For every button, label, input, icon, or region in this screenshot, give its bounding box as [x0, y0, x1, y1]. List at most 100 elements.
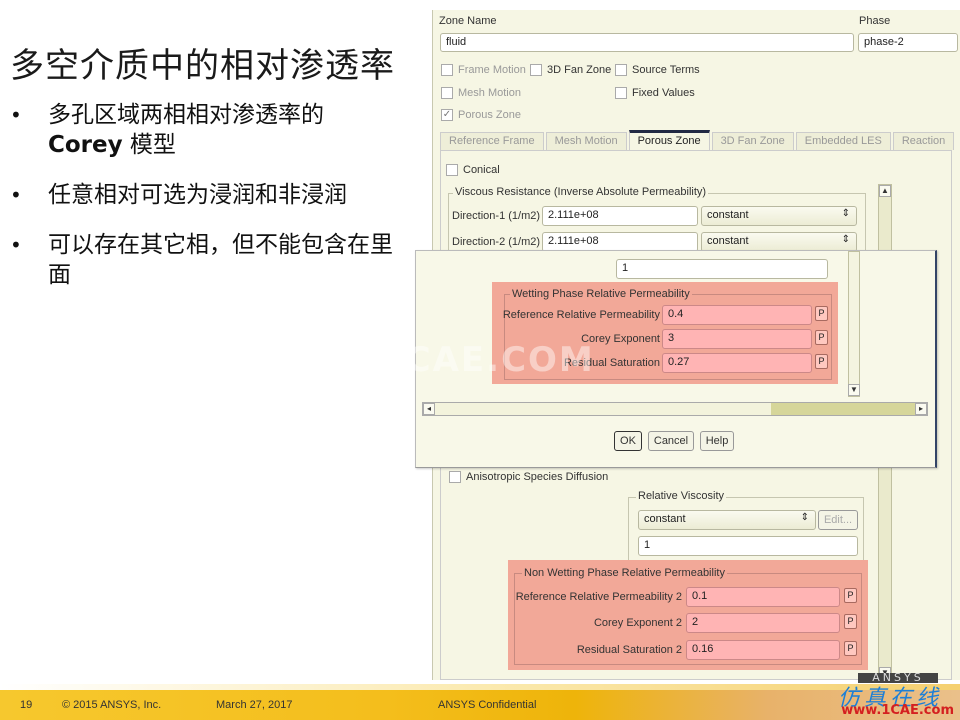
nw-residual-param-button[interactable]: P	[844, 641, 857, 656]
bullet-dot: •	[10, 103, 22, 127]
nw-corey-input[interactable]: 2	[686, 613, 840, 633]
copyright: © 2015 ANSYS, Inc.	[62, 699, 162, 711]
page-number: 19	[20, 699, 33, 711]
direction2-method-select[interactable]: constant ⇕	[701, 232, 857, 252]
checkbox-box	[441, 87, 453, 99]
conical-checkbox[interactable]: Conical	[446, 164, 500, 176]
select-value: constant	[707, 235, 749, 247]
w-ref-perm-input[interactable]: 0.4	[662, 305, 812, 325]
watermark: 1CAE.COM	[380, 340, 595, 380]
w-residual-input[interactable]: 0.27	[662, 353, 812, 373]
tab-embedded-les[interactable]: Embedded LES	[795, 132, 891, 150]
bullet-dot: •	[10, 233, 22, 257]
ok-button[interactable]: OK	[614, 431, 642, 451]
wetting-title: Wetting Phase Relative Permeability	[510, 288, 692, 300]
nw-ref-perm-label: Reference Relative Permeability 2	[515, 591, 682, 603]
bullet-item: • 可以存在其它相，但不能包含在里面	[10, 230, 410, 290]
overlay-value-input[interactable]: 1	[616, 259, 828, 279]
bullet-text: 多孔区域两相相对渗透率的	[48, 102, 324, 128]
updown-arrow-icon: ⇕	[841, 208, 850, 219]
mesh-motion-checkbox[interactable]: Mesh Motion	[441, 87, 521, 99]
direction1-method-select[interactable]: constant ⇕	[701, 206, 857, 226]
checkbox-label: Conical	[463, 164, 500, 176]
w-corey-param-button[interactable]: P	[815, 330, 828, 345]
checkbox-label: 3D Fan Zone	[547, 64, 612, 76]
scroll-right-icon[interactable]: ▸	[915, 403, 927, 415]
bullet-list: • 多孔区域两相相对渗透率的 Corey 模型 • 任意相对可选为浸润和非浸润 …	[10, 100, 410, 310]
overlay-vertical-scrollbar[interactable]: ▼	[848, 251, 860, 397]
tab-3d-fan-zone[interactable]: 3D Fan Zone	[711, 132, 794, 150]
site-url: www.1CAE.com	[841, 703, 954, 718]
updown-arrow-icon: ⇕	[841, 234, 850, 245]
fixed-values-checkbox[interactable]: Fixed Values	[615, 87, 695, 99]
confidential: ANSYS Confidential	[438, 699, 537, 711]
hscroll-thumb[interactable]	[771, 403, 915, 415]
nw-ref-perm-param-button[interactable]: P	[844, 588, 857, 603]
updown-arrow-icon: ⇕	[800, 512, 809, 523]
source-terms-checkbox[interactable]: Source Terms	[615, 64, 700, 76]
bullet-text: 可以存在其它相，但不能包含在里面	[48, 232, 393, 288]
checkbox-label: Mesh Motion	[458, 87, 521, 99]
slide-title: 多空介质中的相对渗透率	[10, 46, 395, 86]
relative-viscosity-select[interactable]: constant ⇕	[638, 510, 816, 530]
checkbox-box	[530, 64, 542, 76]
direction1-input[interactable]: 2.111e+08	[542, 206, 698, 226]
phase-input[interactable]: phase-2	[858, 33, 958, 52]
bullet-item: • 多孔区域两相相对渗透率的 Corey 模型	[10, 100, 410, 160]
direction2-label: Direction-2 (1/m2)	[452, 236, 541, 248]
bullet-item: • 任意相对可选为浸润和非浸润	[10, 180, 410, 210]
nw-corey-label: Corey Exponent 2	[593, 617, 682, 629]
viscous-resistance-title: Viscous Resistance (Inverse Absolute Per…	[453, 186, 709, 198]
nw-residual-input[interactable]: 0.16	[686, 640, 840, 660]
tab-porous-zone[interactable]: Porous Zone	[628, 130, 710, 150]
nw-residual-label: Residual Saturation 2	[576, 644, 682, 656]
w-ref-perm-param-button[interactable]: P	[815, 306, 828, 321]
zone-name-input[interactable]: fluid	[440, 33, 854, 52]
checkbox-label: Source Terms	[632, 64, 700, 76]
checkbox-box	[449, 471, 461, 483]
frame-motion-checkbox[interactable]: Frame Motion	[441, 64, 526, 76]
porous-zone-checkbox[interactable]: ✓ Porous Zone	[441, 109, 521, 121]
check-icon: ✓	[441, 109, 453, 121]
non-wetting-highlight: Non Wetting Phase Relative Permeability …	[508, 560, 868, 670]
scroll-up-icon[interactable]: ▲	[879, 185, 891, 197]
edit-button[interactable]: Edit...	[818, 510, 858, 530]
scroll-down-icon[interactable]: ▼	[848, 384, 860, 396]
w-ref-perm-label: Reference Relative Permeability	[502, 309, 660, 321]
overlay-horizontal-scrollbar[interactable]: ◂ ▸	[422, 402, 928, 416]
checkbox-label: Porous Zone	[458, 109, 521, 121]
tab-mesh-motion[interactable]: Mesh Motion	[545, 132, 627, 150]
checkbox-box	[441, 64, 453, 76]
bullet-dot: •	[10, 183, 22, 207]
checkbox-box	[446, 164, 458, 176]
phase-label: Phase	[859, 15, 891, 27]
non-wetting-title: Non Wetting Phase Relative Permeability	[522, 567, 727, 579]
tab-bar: Reference Frame Mesh Motion Porous Zone …	[440, 130, 955, 150]
nw-ref-perm-input[interactable]: 0.1	[686, 587, 840, 607]
direction1-label: Direction-1 (1/m2)	[452, 210, 541, 222]
checkbox-label: Frame Motion	[458, 64, 526, 76]
bullet-text: 任意相对可选为浸润和非浸润	[48, 182, 347, 208]
checkbox-box	[615, 87, 627, 99]
w-corey-input[interactable]: 3	[662, 329, 812, 349]
tab-reaction[interactable]: Reaction	[892, 132, 955, 150]
select-value: constant	[644, 513, 686, 525]
scroll-left-icon[interactable]: ◂	[423, 403, 435, 415]
relative-viscosity-title: Relative Viscosity	[636, 490, 726, 502]
zone-name-label: Zone Name	[439, 15, 497, 27]
direction2-input[interactable]: 2.111e+08	[542, 232, 698, 252]
w-residual-param-button[interactable]: P	[815, 354, 828, 369]
relative-viscosity-input[interactable]: 1	[638, 536, 858, 556]
cancel-button[interactable]: Cancel	[648, 431, 694, 451]
tab-reference-frame[interactable]: Reference Frame	[440, 132, 544, 150]
checkbox-box	[615, 64, 627, 76]
anisotropic-diffusion-checkbox[interactable]: Anisotropic Species Diffusion	[449, 471, 608, 483]
help-button[interactable]: Help	[700, 431, 734, 451]
select-value: constant	[707, 209, 749, 221]
slide-footer: 19 © 2015 ANSYS, Inc. March 27, 2017 ANS…	[0, 690, 960, 720]
date: March 27, 2017	[216, 699, 293, 711]
nw-corey-param-button[interactable]: P	[844, 614, 857, 629]
bullet-text-bold: Corey	[48, 132, 123, 158]
checkbox-label: Anisotropic Species Diffusion	[466, 471, 609, 483]
fan-zone-3d-checkbox[interactable]: 3D Fan Zone	[530, 64, 611, 76]
